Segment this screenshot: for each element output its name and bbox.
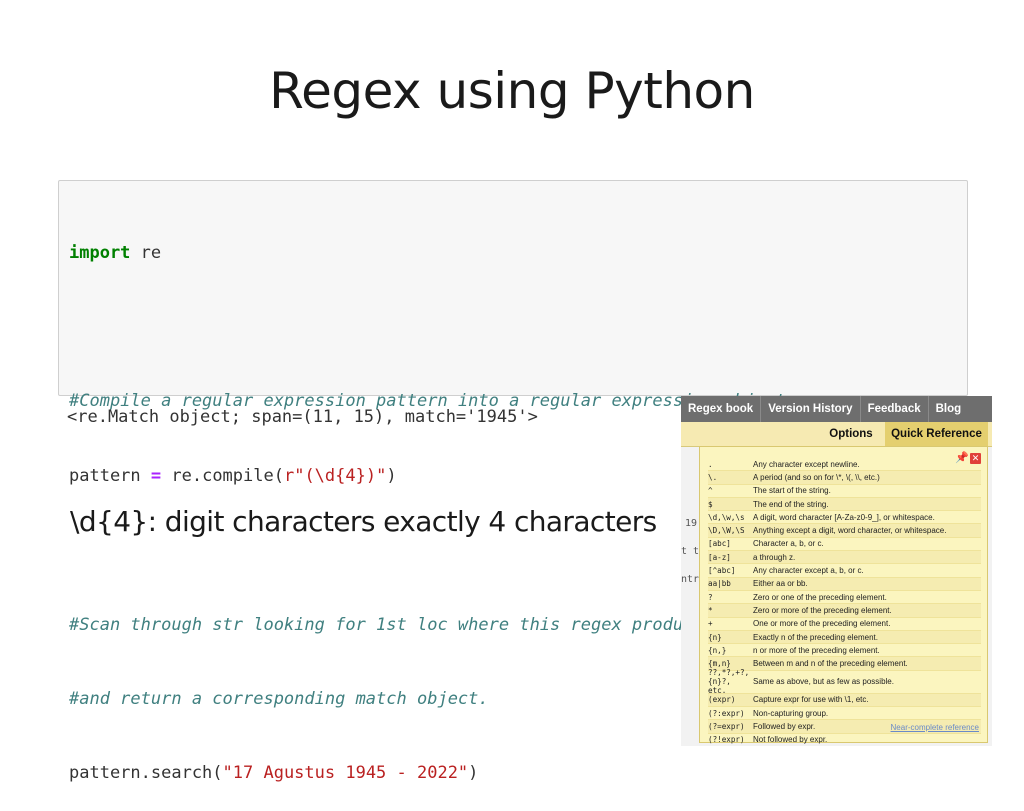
nav-feedback[interactable]: Feedback xyxy=(861,396,929,422)
reference-desc: A digit, word character [A-Za-z0-9_], or… xyxy=(753,512,935,522)
reference-table: . Any character except newline. \. A perio… xyxy=(708,458,981,746)
regex-string: r"(\d{4})" xyxy=(283,465,387,486)
assign-operator: = xyxy=(150,465,162,486)
nav-regex-book[interactable]: Regex book xyxy=(681,396,762,422)
reference-token: (expr) xyxy=(708,695,736,705)
reference-row: $ The end of the string. xyxy=(708,497,981,512)
reference-row: {n,} n or more of the preceding element. xyxy=(708,644,981,658)
reference-row: (expr) Capture expr for use with \1, etc. xyxy=(708,693,981,708)
reference-token: {m,n} xyxy=(708,659,731,669)
reference-token: (?:expr) xyxy=(708,708,745,718)
code-token: ) xyxy=(468,763,479,784)
reference-token: \d,\w,\s xyxy=(708,512,745,522)
slide-title: Regex using Python xyxy=(269,62,755,120)
reference-desc: Character a, b, or c. xyxy=(753,539,824,549)
background-text-fragment: 19 xyxy=(685,518,698,529)
reference-desc: The start of the string. xyxy=(753,486,831,496)
reference-desc: Non-capturing group. xyxy=(753,708,829,718)
reference-row: * Zero or more of the preceding element. xyxy=(708,604,981,618)
tab-options[interactable]: Options xyxy=(821,422,881,446)
reference-desc: Any character except newline. xyxy=(753,459,860,469)
reference-row: . Any character except newline. xyxy=(708,458,981,472)
reference-desc: Capture expr for use with \1, etc. xyxy=(753,695,869,705)
reference-token: (?!expr) xyxy=(708,735,745,745)
reference-desc: Any character except a, b, or c. xyxy=(753,566,864,576)
code-token: pattern xyxy=(69,465,151,486)
reference-token: * xyxy=(708,605,713,615)
code-line-search: pattern.search("17 Agustus 1945 - 2022") xyxy=(69,761,967,786)
comment-return: #and return a corresponding match object… xyxy=(69,688,489,709)
quick-reference-popup: 📌 ✕ . Any character except newline. \. A p… xyxy=(699,446,988,746)
module-name: re xyxy=(130,242,162,263)
code-token: pattern.search( xyxy=(69,763,223,784)
keyword-import: import xyxy=(69,242,131,263)
reference-token: {n} xyxy=(708,632,722,642)
reference-desc: The end of the string. xyxy=(753,499,829,509)
reference-row: \. A period (and so on for \*, \(, \\, et… xyxy=(708,471,981,485)
nav-blog[interactable]: Blog xyxy=(929,396,969,422)
reference-desc: A period (and so on for \*, \(, \\, etc.… xyxy=(753,472,880,482)
reference-row: [abc] Character a, b, or c. xyxy=(708,538,981,552)
reference-token: [abc] xyxy=(708,539,731,549)
reference-desc: Zero or one of the preceding element. xyxy=(753,592,887,602)
reference-token: + xyxy=(708,619,713,629)
tab-quick-reference[interactable]: Quick Reference xyxy=(885,422,988,446)
reference-row: \D,\W,\S Anything except a digit, word ch… xyxy=(708,524,981,538)
reference-row: (?!expr) Not followed by expr. xyxy=(708,734,981,746)
reference-token: \D,\W,\S xyxy=(708,526,745,536)
reference-token: (?=expr) xyxy=(708,721,745,731)
reference-token: [a-z] xyxy=(708,552,731,562)
nav-version-history[interactable]: Version History xyxy=(761,396,861,422)
near-complete-reference-link[interactable]: Near-complete reference xyxy=(891,723,979,732)
reference-row: + One or more of the preceding element. xyxy=(708,618,981,631)
reference-row: [^abc] Any character except a, b, or c. xyxy=(708,564,981,578)
reference-row: ? Zero or one of the preceding element. xyxy=(708,591,981,605)
reference-desc: Between m and n of the preceding element… xyxy=(753,659,908,669)
reference-token: ? xyxy=(708,592,713,602)
reference-desc: Either aa or bb. xyxy=(753,579,808,589)
reference-row: ??,*?,+?, {n}?, etc. Same as above, but a… xyxy=(708,668,981,696)
background-text-fragment: t t xyxy=(681,546,700,557)
reference-token: ^ xyxy=(708,486,713,496)
code-cell[interactable]: import re #Compile a regular expression … xyxy=(58,180,968,783)
code-line-import: import re xyxy=(69,241,967,266)
reference-desc: Exactly n of the preceding element. xyxy=(753,632,878,642)
reference-desc: One or more of the preceding element. xyxy=(753,619,891,629)
reference-token: $ xyxy=(708,499,713,509)
reference-desc: a through z. xyxy=(753,552,796,562)
reference-row: (?:expr) Non-capturing group. xyxy=(708,707,981,721)
reference-row: ^ The start of the string. xyxy=(708,485,981,498)
reference-desc: Zero or more of the preceding element. xyxy=(753,605,892,615)
search-string: "17 Agustus 1945 - 2022" xyxy=(222,763,469,784)
regex-explanation: \d{4}: digit characters exactly 4 charac… xyxy=(70,505,657,538)
reference-row: [a-z] a through z. xyxy=(708,551,981,565)
code-token: ) xyxy=(386,465,397,486)
reference-desc: n or more of the preceding element. xyxy=(753,645,880,655)
reference-row: aa|bb Either aa or bb. xyxy=(708,577,981,591)
panel-tabs: Options Quick Reference xyxy=(681,422,992,447)
reference-row: {n} Exactly n of the preceding element. xyxy=(708,630,981,645)
reference-row: \d,\w,\s A digit, word character [A-Za-z0… xyxy=(708,511,981,525)
panel-nav: Regex book Version History Feedback Blog xyxy=(681,396,992,422)
reference-token: \. xyxy=(708,472,718,482)
reference-token: . xyxy=(708,459,713,469)
reference-token: [^abc] xyxy=(708,566,736,576)
code-output: <re.Match object; span=(11, 15), match='… xyxy=(67,407,538,427)
regex-quick-reference-panel: Regex book Version History Feedback Blog… xyxy=(681,396,992,746)
reference-token: aa|bb xyxy=(708,579,731,589)
code-token: re.compile( xyxy=(161,465,284,486)
reference-desc: Anything except a digit, word character,… xyxy=(753,526,947,536)
background-text-fragment: ntr xyxy=(681,574,700,585)
reference-token: {n,} xyxy=(708,645,727,655)
reference-token: ??,*?,+?, {n}?, etc. xyxy=(708,668,750,696)
reference-desc: Not followed by expr. xyxy=(753,735,828,745)
reference-desc: Same as above, but as few as possible. xyxy=(753,677,894,687)
